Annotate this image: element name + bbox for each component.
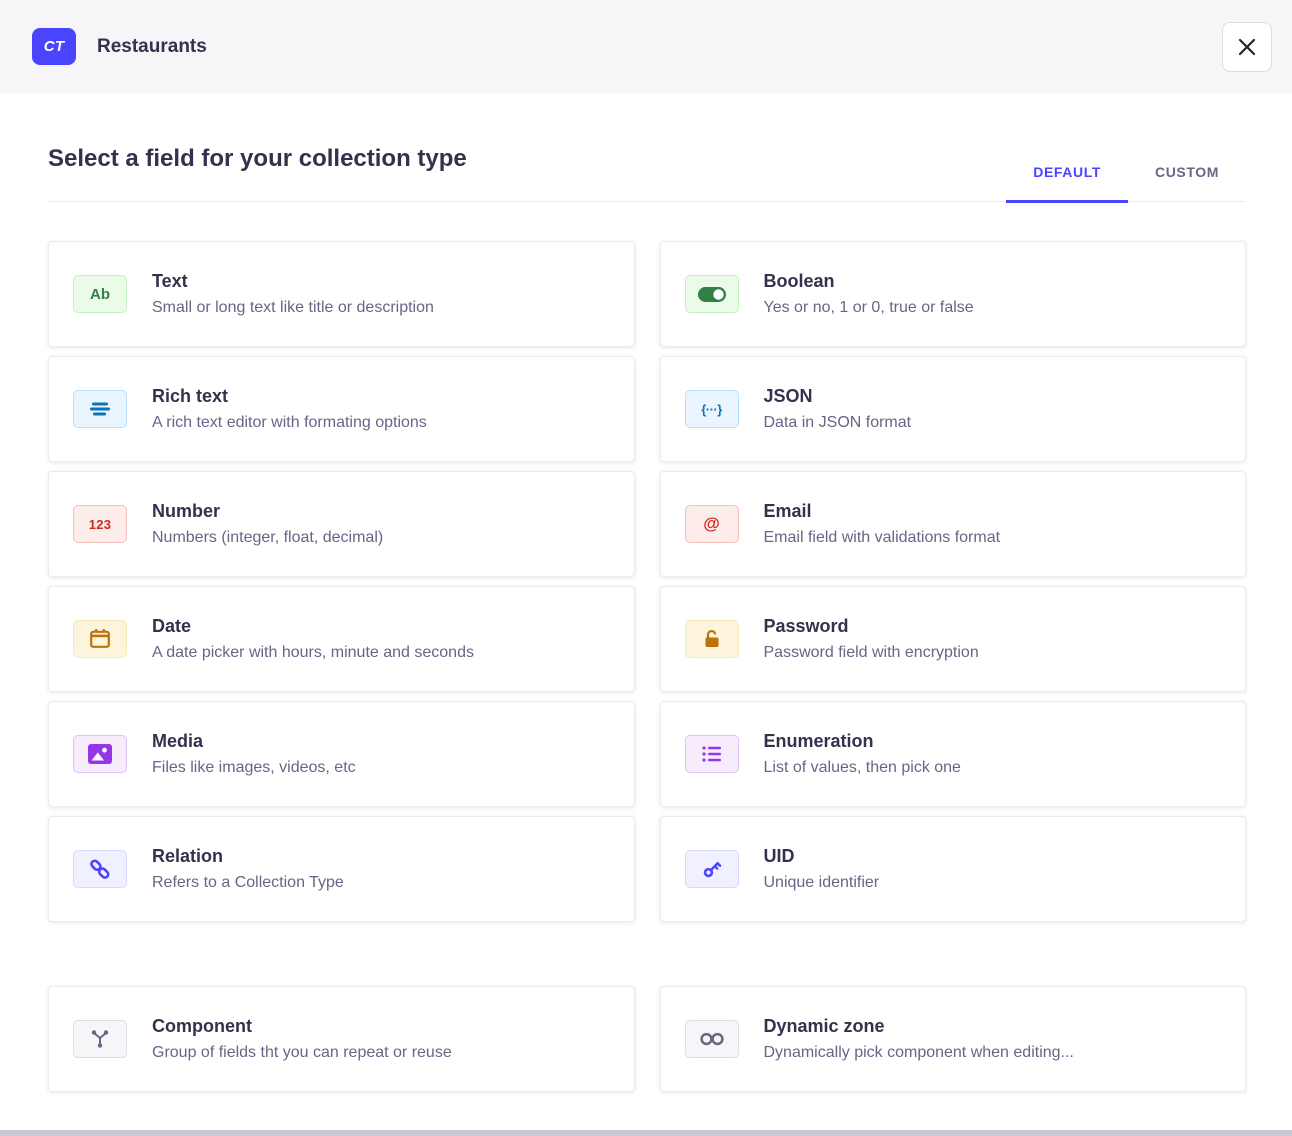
field-card-text[interactable]: Ab Text Small or long text like title or… — [48, 241, 635, 347]
field-description: Refers to a Collection Type — [152, 873, 344, 892]
field-card-rich-text[interactable]: Rich text A rich text editor with format… — [48, 356, 635, 462]
field-card-media[interactable]: Media Files like images, videos, etc — [48, 701, 635, 807]
modal-body: Select a field for your collection type … — [0, 93, 1292, 1092]
list-icon — [685, 735, 739, 773]
at-icon: @ — [685, 505, 739, 543]
field-description: Small or long text like title or descrip… — [152, 298, 434, 317]
field-description: A date picker with hours, minute and sec… — [152, 643, 474, 662]
collection-type-badge: CT — [32, 28, 76, 65]
title-and-tabs-row: Select a field for your collection type … — [48, 145, 1246, 202]
field-description: Yes or no, 1 or 0, true or false — [764, 298, 974, 317]
field-description: Group of fields tht you can repeat or re… — [152, 1043, 452, 1062]
field-title: Email — [764, 501, 1001, 523]
field-card-relation[interactable]: Relation Refers to a Collection Type — [48, 816, 635, 922]
field-title: Enumeration — [764, 731, 961, 753]
field-card-email[interactable]: @ Email Email field with validations for… — [660, 471, 1247, 577]
field-title: Rich text — [152, 386, 427, 408]
field-description: List of values, then pick one — [764, 758, 961, 777]
field-title: Media — [152, 731, 356, 753]
ab-icon: Ab — [73, 275, 127, 313]
collection-name-title: Restaurants — [97, 36, 207, 58]
123-icon: 123 — [73, 505, 127, 543]
field-grid: Ab Text Small or long text like title or… — [48, 241, 1246, 922]
field-card-number[interactable]: 123 Number Numbers (integer, float, deci… — [48, 471, 635, 577]
field-title: Password — [764, 616, 979, 638]
calendar-icon — [73, 620, 127, 658]
close-icon — [1236, 36, 1258, 58]
field-description: Password field with encryption — [764, 643, 979, 662]
field-title: Date — [152, 616, 474, 638]
field-card-boolean[interactable]: Boolean Yes or no, 1 or 0, true or false — [660, 241, 1247, 347]
lock-icon — [685, 620, 739, 658]
field-card-json[interactable]: {···} JSON Data in JSON format — [660, 356, 1247, 462]
tab-bar: DEFAULT CUSTOM — [1006, 164, 1246, 201]
field-description: Unique identifier — [764, 873, 880, 892]
field-title: Text — [152, 271, 434, 293]
field-card-date[interactable]: Date A date picker with hours, minute an… — [48, 586, 635, 692]
page-title: Select a field for your collection type — [48, 145, 467, 201]
field-card-password[interactable]: Password Password field with encryption — [660, 586, 1247, 692]
branch-icon — [73, 1020, 127, 1058]
field-title: Dynamic zone — [764, 1016, 1074, 1038]
field-title: UID — [764, 846, 880, 868]
chain-icon — [73, 850, 127, 888]
field-title: Relation — [152, 846, 344, 868]
field-description: Email field with validations format — [764, 528, 1001, 547]
field-card-component[interactable]: Component Group of fields tht you can re… — [48, 986, 635, 1092]
field-title: Number — [152, 501, 383, 523]
tab-default[interactable]: DEFAULT — [1006, 164, 1128, 203]
close-button[interactable] — [1222, 22, 1272, 72]
field-card-uid[interactable]: UID Unique identifier — [660, 816, 1247, 922]
field-description: A rich text editor with formating option… — [152, 413, 427, 432]
field-card-dynamic-zone[interactable]: Dynamic zone Dynamically pick component … — [660, 986, 1247, 1092]
picture-icon — [73, 735, 127, 773]
field-card-enumeration[interactable]: Enumeration List of values, then pick on… — [660, 701, 1247, 807]
field-description: Numbers (integer, float, decimal) — [152, 528, 383, 547]
field-description: Files like images, videos, etc — [152, 758, 356, 777]
field-description: Data in JSON format — [764, 413, 912, 432]
braces-icon: {···} — [685, 390, 739, 428]
tab-custom[interactable]: CUSTOM — [1128, 164, 1246, 203]
modal-header: CT Restaurants — [0, 0, 1292, 93]
text-lines-icon — [73, 390, 127, 428]
toggle-icon — [685, 275, 739, 313]
infinity-icon — [685, 1020, 739, 1058]
bottom-page-edge — [0, 1130, 1292, 1136]
field-title: Boolean — [764, 271, 974, 293]
field-title: JSON — [764, 386, 912, 408]
advanced-field-grid: Component Group of fields tht you can re… — [48, 986, 1246, 1092]
field-title: Component — [152, 1016, 452, 1038]
field-description: Dynamically pick component when editing.… — [764, 1043, 1074, 1062]
key-icon — [685, 850, 739, 888]
